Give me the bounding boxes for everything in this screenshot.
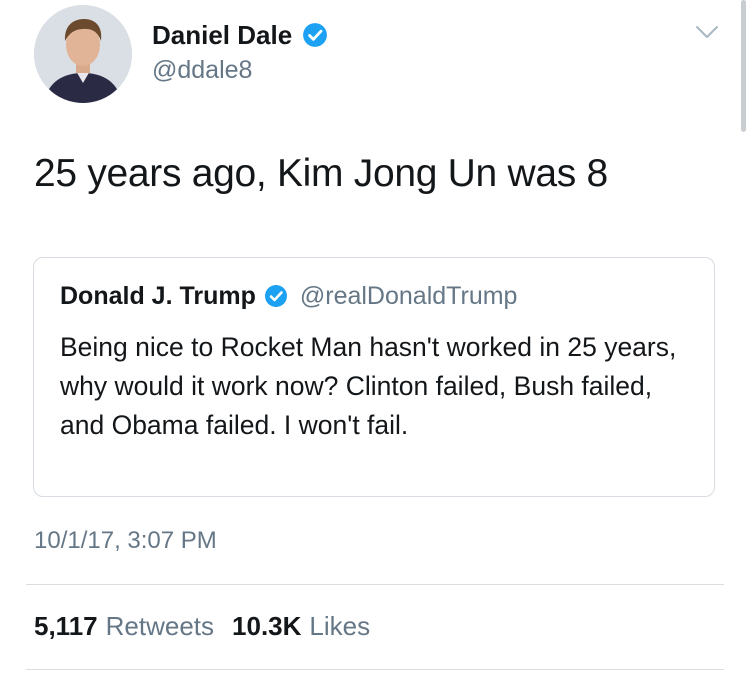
author-display-name[interactable]: Daniel Dale <box>152 20 292 51</box>
author-avatar[interactable] <box>34 5 132 103</box>
chevron-down-icon[interactable] <box>694 22 720 42</box>
likes-label: Likes <box>309 611 371 641</box>
tweet-timestamp[interactable]: 10/1/17, 3:07 PM <box>34 527 217 555</box>
quoted-display-name: Donald J. Trump <box>60 281 256 310</box>
author-handle[interactable]: @ddale8 <box>152 56 252 85</box>
retweets-count: 5,117 <box>34 611 98 641</box>
quoted-tweet-card[interactable]: Donald J. Trump @realDonaldTrump Being n… <box>33 257 715 497</box>
divider <box>26 584 724 585</box>
divider <box>26 669 724 670</box>
tweet-text: 25 years ago, Kim Jong Un was 8 <box>34 152 608 195</box>
quoted-tweet-header: Donald J. Trump @realDonaldTrump <box>60 280 517 312</box>
engagement-stats: 5,117 Retweets 10.3K Likes <box>34 611 388 642</box>
scrollbar[interactable] <box>741 0 746 132</box>
quoted-handle: @realDonaldTrump <box>299 281 518 310</box>
retweets-stat[interactable]: 5,117 Retweets <box>34 611 214 642</box>
verified-badge-icon <box>303 23 328 47</box>
likes-stat[interactable]: 10.3K Likes <box>232 611 370 642</box>
verified-badge-icon <box>264 285 287 307</box>
likes-count: 10.3K <box>232 611 302 641</box>
quoted-tweet-text: Being nice to Rocket Man hasn't worked i… <box>60 332 677 440</box>
author-name-row: Daniel Dale <box>152 18 328 52</box>
retweets-label: Retweets <box>105 611 215 641</box>
